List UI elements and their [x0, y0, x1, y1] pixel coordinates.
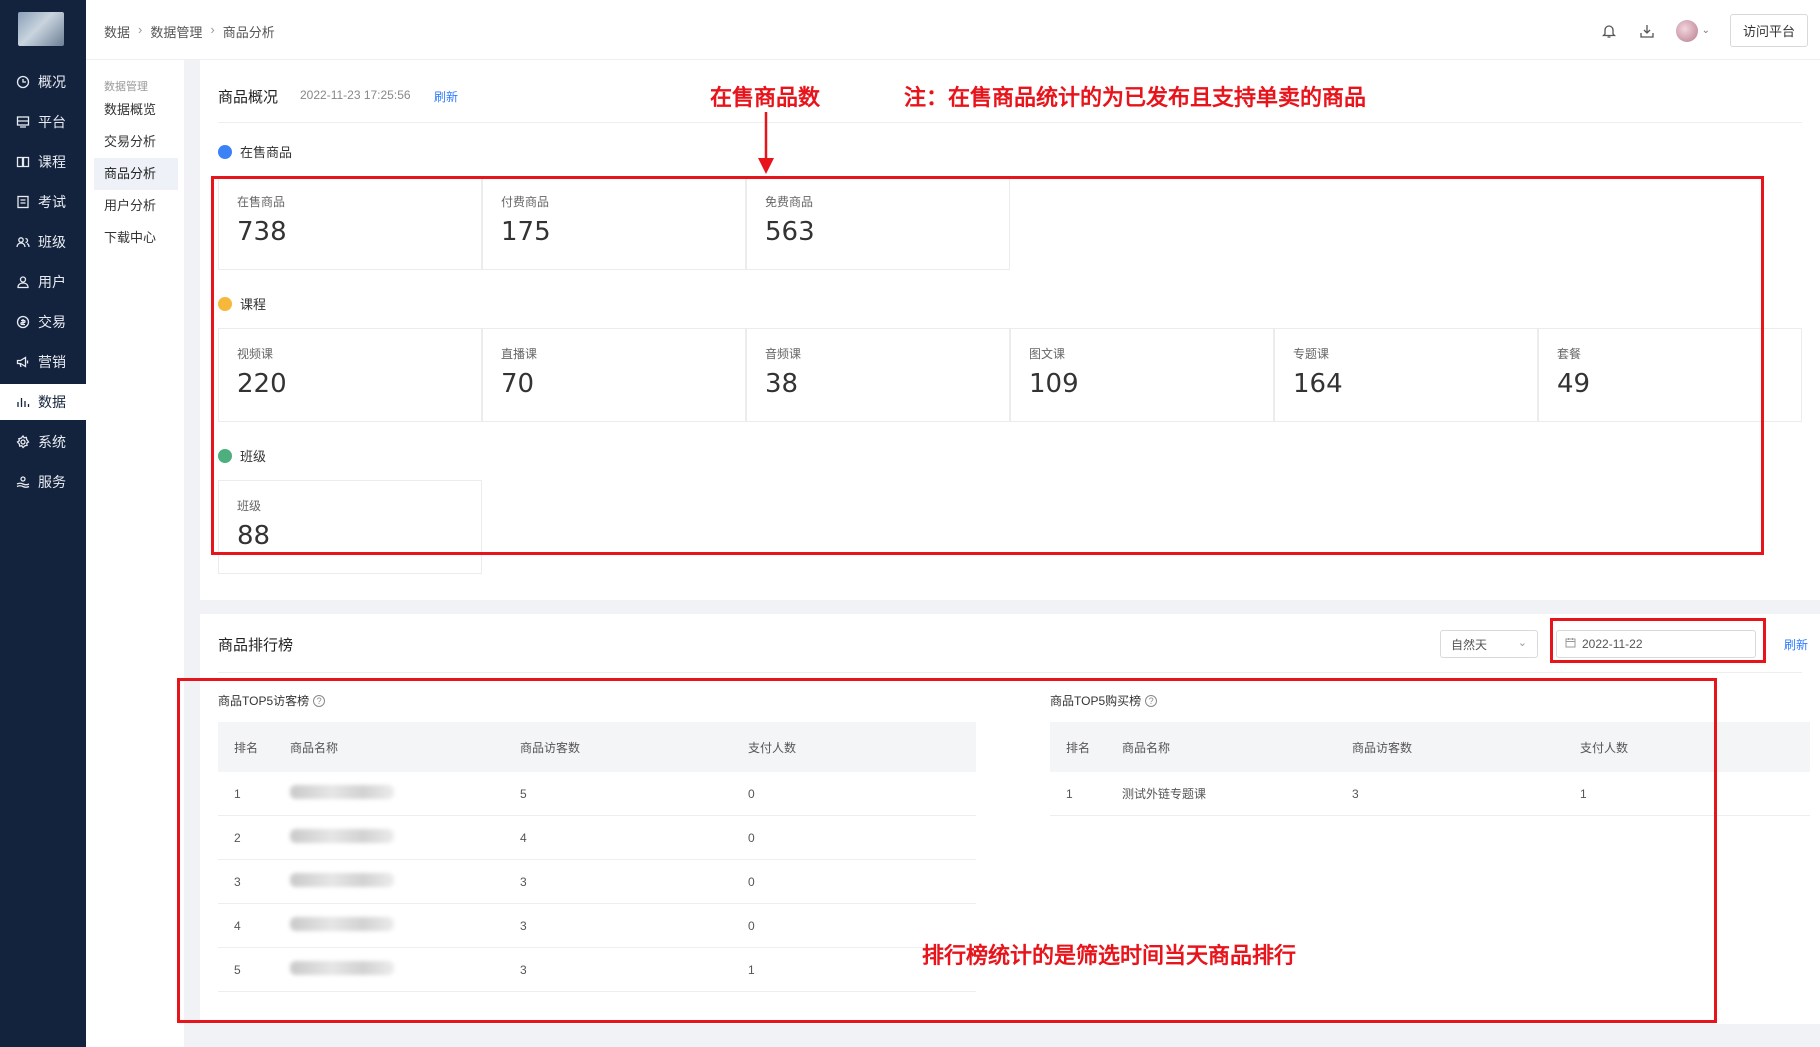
- breadcrumb: 数据 › 数据管理 › 商品分析: [104, 22, 275, 41]
- chevron-right-icon: ›: [210, 22, 215, 37]
- annotation-box-ranking: [177, 678, 1717, 1023]
- section-title: 在售商品: [240, 145, 293, 160]
- on-sale-icon: [218, 144, 232, 159]
- ranking-title: 商品排行榜: [218, 637, 294, 654]
- platform-icon: [16, 115, 30, 129]
- nav-item-book[interactable]: 课程: [0, 144, 86, 180]
- annotation-note: 注：在售商品统计的为已发布且支持单卖的商品: [904, 85, 1367, 111]
- avatar: [1675, 19, 1698, 42]
- annotation-ranking-note: 排行榜统计的是筛选时间当天商品排行: [922, 943, 1297, 969]
- nav-item-label: 课程: [38, 154, 66, 170]
- nav-item-exam[interactable]: 考试: [0, 184, 86, 220]
- gear-icon: [16, 435, 30, 449]
- overview-timestamp: 2022-11-23 17:25:56: [300, 88, 411, 102]
- subnav-item-user-analysis[interactable]: 用户分析: [94, 190, 178, 222]
- service-icon: [16, 475, 30, 489]
- nav-item-bar-chart[interactable]: 数据: [0, 384, 86, 420]
- book-icon: [16, 155, 30, 169]
- megaphone-icon: [16, 355, 30, 369]
- nav-item-label: 交易: [38, 314, 66, 330]
- section-on-sale: 在售商品: [218, 142, 292, 161]
- annotation-on-sale-count: 在售商品数: [710, 85, 821, 111]
- breadcrumb-item: 商品分析: [222, 25, 275, 40]
- top-header: 数据 › 数据管理 › 商品分析 ⌄ 访问平台: [86, 0, 1820, 60]
- logo[interactable]: [18, 12, 64, 46]
- nav-item-label: 用户: [38, 274, 66, 290]
- nav-item-label: 概况: [38, 74, 66, 90]
- user-icon: [16, 275, 30, 289]
- subnav-group-title: 数据管理: [104, 81, 148, 93]
- trade-icon: [16, 315, 30, 329]
- divider: [218, 122, 1802, 123]
- subnav-item-product-analysis[interactable]: 商品分析: [94, 158, 178, 190]
- chevron-down-icon: ⌄: [1701, 25, 1710, 36]
- clock-icon: [16, 75, 30, 89]
- breadcrumb-item[interactable]: 数据: [104, 22, 130, 41]
- annotation-arrow-icon: [758, 112, 774, 174]
- annotation-box-overview: [211, 176, 1764, 555]
- subnav-item-download-center[interactable]: 下载中心: [94, 222, 178, 254]
- nav-item-label: 服务: [38, 474, 66, 490]
- nav-item-megaphone[interactable]: 营销: [0, 344, 86, 380]
- subnav-item-trade-analysis[interactable]: 交易分析: [94, 126, 178, 158]
- nav-item-service[interactable]: 服务: [0, 464, 86, 500]
- exam-icon: [16, 195, 30, 209]
- overview-title: 商品概况: [218, 89, 279, 106]
- nav-item-label: 营销: [38, 354, 66, 370]
- class-icon: [16, 235, 30, 249]
- overview-refresh-link[interactable]: 刷新: [434, 88, 458, 105]
- breadcrumb-item[interactable]: 数据管理: [150, 22, 202, 41]
- period-value: 自然天: [1451, 637, 1488, 652]
- subnav-item-overview[interactable]: 数据概览: [94, 94, 178, 126]
- nav-item-clock[interactable]: 概况: [0, 64, 86, 100]
- nav-item-label: 考试: [38, 194, 66, 210]
- ranking-refresh-link[interactable]: 刷新: [1784, 636, 1808, 653]
- sub-sidebar: 数据管理 数据概览 交易分析 商品分析 用户分析 下载中心: [86, 60, 184, 1047]
- download-icon[interactable]: [1638, 22, 1656, 40]
- user-menu[interactable]: ⌄: [1675, 19, 1710, 42]
- nav-item-user[interactable]: 用户: [0, 264, 86, 300]
- annotation-box-date: [1550, 618, 1766, 663]
- period-select[interactable]: 自然天 ⌄: [1440, 630, 1538, 658]
- nav-item-label: 系统: [38, 434, 66, 450]
- nav-item-label: 数据: [38, 394, 66, 410]
- chevron-right-icon: ›: [138, 22, 143, 37]
- nav-item-label: 班级: [38, 234, 66, 250]
- nav-item-trade[interactable]: 交易: [0, 304, 86, 340]
- bar-chart-icon: [16, 395, 30, 409]
- divider: [218, 672, 1802, 673]
- chevron-down-icon: ⌄: [1517, 637, 1527, 649]
- bell-icon[interactable]: [1600, 22, 1618, 40]
- nav-item-label: 平台: [38, 114, 66, 130]
- nav-item-gear[interactable]: 系统: [0, 424, 86, 460]
- nav-item-platform[interactable]: 平台: [0, 104, 86, 140]
- main-sidebar: 概况平台课程考试班级用户交易营销数据系统服务: [0, 0, 86, 1047]
- nav-item-class[interactable]: 班级: [0, 224, 86, 260]
- visit-platform-button[interactable]: 访问平台: [1729, 14, 1808, 47]
